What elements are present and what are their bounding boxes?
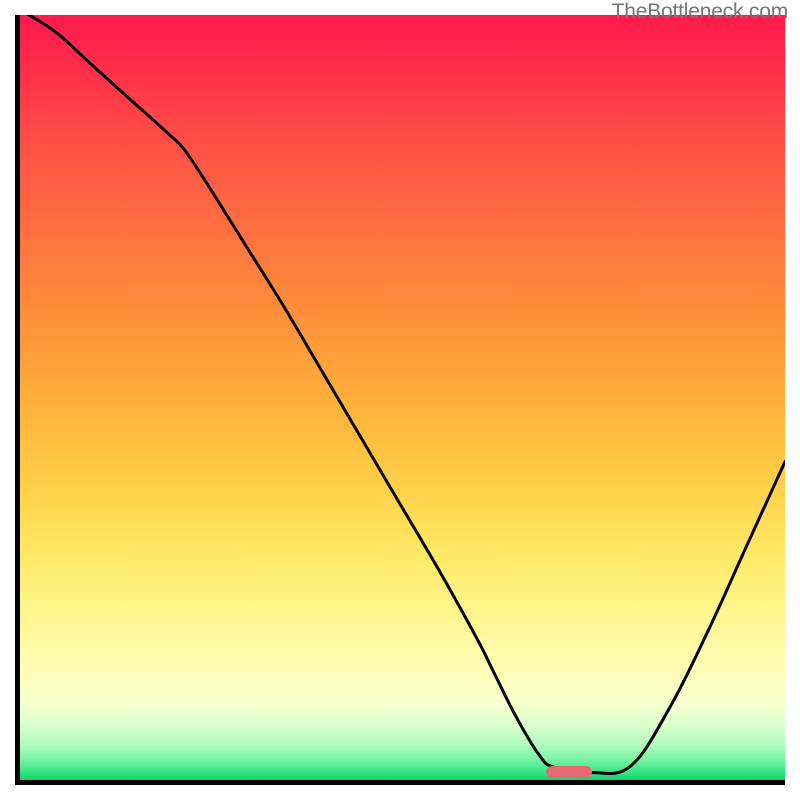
plot-gradient-background — [15, 15, 785, 785]
chart-stage: TheBottleneck.com — [0, 0, 800, 800]
watermark-text: TheBottleneck.com — [612, 0, 788, 24]
target-marker — [546, 766, 592, 778]
